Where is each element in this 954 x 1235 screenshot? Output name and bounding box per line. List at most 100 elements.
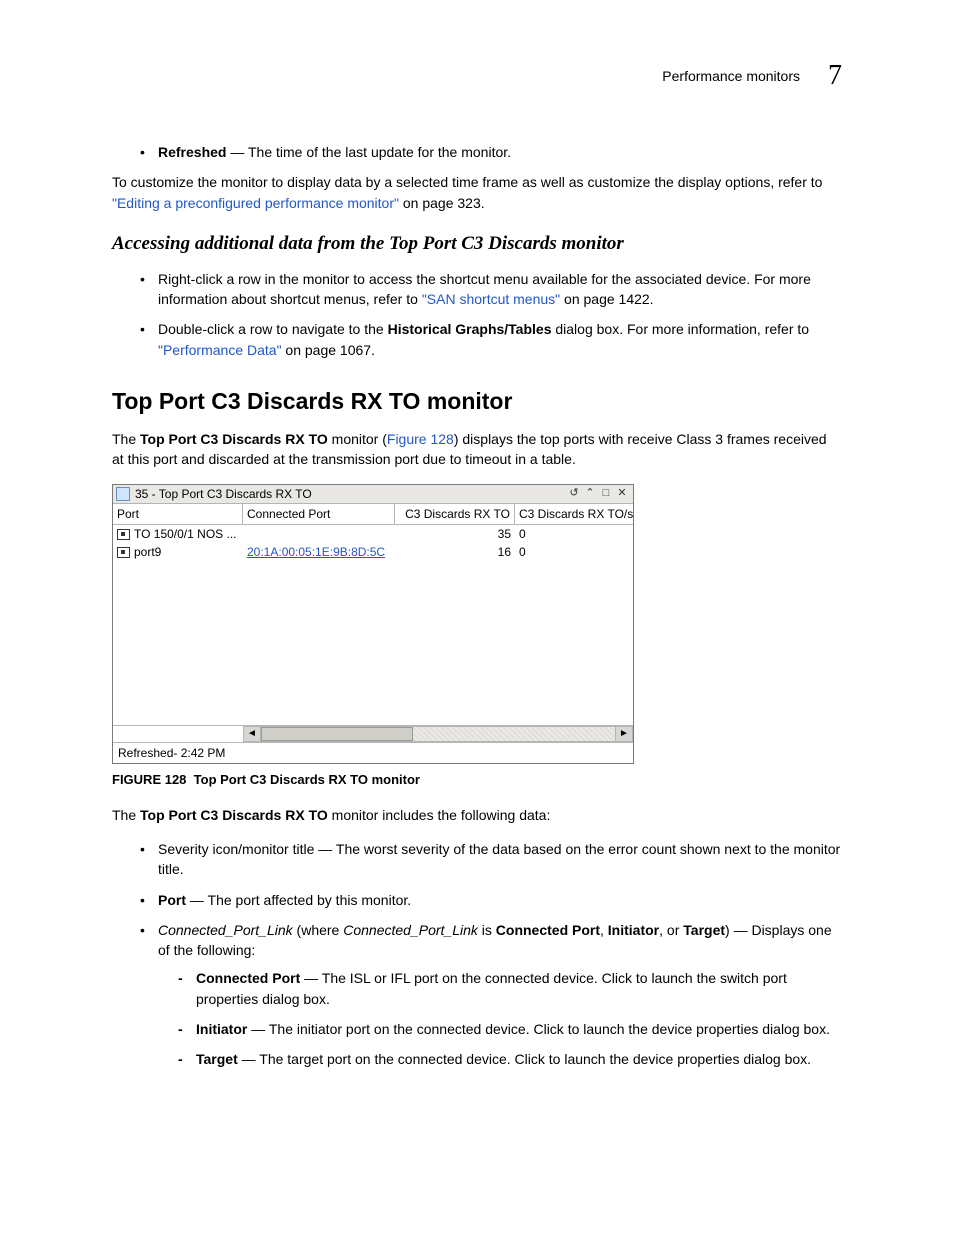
severity-text: Severity icon/monitor title — The worst … [158,841,840,877]
severity-icon [116,487,130,501]
sub-list: Connected Port — The ISL or IFL port on … [178,968,842,1069]
dc-t1: Double-click a row to navigate to the [158,321,388,337]
bullet-refreshed: Refreshed — The time of the last update … [140,142,842,162]
section2-intro: The Top Port C3 Discards RX TO monitor (… [112,429,842,470]
customize-paragraph: To customize the monitor to display data… [112,172,842,213]
col-connected-port[interactable]: Connected Port [243,504,395,524]
monitor-title-left: 35 - Top Port C3 Discards RX TO [116,487,312,501]
header-section: Performance monitors [662,68,800,84]
scroll-left-arrow-icon[interactable]: ◄ [243,726,261,742]
init-desc: — The initiator port on the connected de… [247,1021,830,1037]
cpl-i2: Connected_Port_Link [343,922,478,938]
bullet-doubleclick: Double-click a row to navigate to the Hi… [140,319,842,360]
cell-connected [243,525,395,543]
sub-connected-port: Connected Port — The ISL or IFL port on … [178,968,842,1009]
figure-text: Top Port C3 Discards RX TO monitor [194,772,420,787]
port-desc: — The port affected by this monitor. [186,892,411,908]
inc-bold: Top Port C3 Discards RX TO [140,807,328,823]
cell-c3: 16 [395,543,515,561]
intro-bullet-list: Refreshed — The time of the last update … [140,142,842,162]
editing-preconfigured-link[interactable]: "Editing a preconfigured performance mon… [112,195,399,211]
scroll-spacer [113,726,243,742]
figure-label: FIGURE 128 [112,772,186,787]
rc-t2: on page 1422. [560,291,653,307]
includes-paragraph: The Top Port C3 Discards RX TO monitor i… [112,805,842,825]
monitor-title-text: 35 - Top Port C3 Discards RX TO [135,487,312,501]
scroll-track[interactable] [261,726,615,742]
port-icon [117,529,130,540]
s2-bold: Top Port C3 Discards RX TO [140,431,328,447]
section1-bullet-list: Right-click a row in the monitor to acce… [140,269,842,360]
cell-port: port9 [113,543,243,561]
cpl-b1: Connected Port [496,922,600,938]
cpl-b3: Target [683,922,725,938]
figure-caption: FIGURE 128 Top Port C3 Discards RX TO mo… [112,772,842,787]
top-port-c3-heading: Top Port C3 Discards RX TO monitor [112,388,842,415]
col-c3-discards[interactable]: C3 Discards RX TO [395,504,515,524]
s2-t2: monitor ( [328,431,387,447]
page-header: Performance monitors 7 [112,60,842,92]
cpl-c1: , [600,922,608,938]
port-icon [117,547,130,558]
san-shortcut-link[interactable]: "SAN shortcut menus" [422,291,560,307]
col-port[interactable]: Port [113,504,243,524]
cpl-b2: Initiator [608,922,659,938]
monitor-column-headers: Port Connected Port C3 Discards RX TO C3… [113,504,633,525]
collapse-icon[interactable]: ⌃ [582,487,598,501]
customize-t1: To customize the monitor to display data… [112,174,822,190]
cell-connected: 20:1A:00:05:1E:9B:8D:5C [243,543,395,561]
dc-t3: on page 1067. [282,342,375,358]
cpl-c2: , or [659,922,683,938]
tgt-desc: — The target port on the connected devic… [238,1051,811,1067]
monitor-window: 35 - Top Port C3 Discards RX TO ↺ ⌃ □ ✕ … [112,484,634,764]
li-severity: Severity icon/monitor title — The worst … [140,839,842,880]
performance-data-link[interactable]: "Performance Data" [158,342,282,358]
cpl-t2: is [478,922,496,938]
col-c3-discards-sec[interactable]: C3 Discards RX TO/sec [515,504,633,524]
cp-label: Connected Port [196,970,300,986]
figure-128-link[interactable]: Figure 128 [387,431,454,447]
port-text: TO 150/0/1 NOS ... [134,527,237,541]
cell-port: TO 150/0/1 NOS ... [113,525,243,543]
cell-c3sec: 0 [515,525,633,543]
tgt-label: Target [196,1051,238,1067]
maximize-icon[interactable]: □ [598,487,614,501]
scroll-thumb[interactable] [261,727,413,741]
bullet-rightclick: Right-click a row in the monitor to acce… [140,269,842,310]
port-label: Port [158,892,186,908]
close-icon[interactable]: ✕ [614,487,630,501]
page: Performance monitors 7 Refreshed — The t… [0,0,954,1235]
table-row[interactable]: port9 20:1A:00:05:1E:9B:8D:5C 16 0 [113,543,633,561]
table-row[interactable]: TO 150/0/1 NOS ... 35 0 [113,525,633,543]
connected-port-link[interactable]: 20:1A:00:05:1E:9B:8D:5C [247,545,385,559]
scroll-right-arrow-icon[interactable]: ► [615,726,633,742]
refresh-icon[interactable]: ↺ [566,487,582,501]
sub-initiator: Initiator — The initiator port on the co… [178,1019,842,1039]
port-text: port9 [134,545,161,559]
refreshed-label: Refreshed [158,144,226,160]
monitor-titlebar: 35 - Top Port C3 Discards RX TO ↺ ⌃ □ ✕ [113,485,633,504]
cpl-i1: Connected_Port_Link [158,922,293,938]
s2-t1: The [112,431,140,447]
cpl-t1: (where [293,922,344,938]
refreshed-desc: — The time of the last update for the mo… [226,144,511,160]
data-list: Severity icon/monitor title — The worst … [140,839,842,1070]
monitor-status-bar: Refreshed- 2:42 PM [113,742,633,763]
customize-t2: on page 323. [399,195,485,211]
monitor-body: TO 150/0/1 NOS ... 35 0 port9 20:1A:00:0… [113,525,633,725]
sub-target: Target — The target port on the connecte… [178,1049,842,1069]
figure-128: 35 - Top Port C3 Discards RX TO ↺ ⌃ □ ✕ … [112,484,842,764]
cell-c3: 35 [395,525,515,543]
inc-t2: monitor includes the following data: [328,807,551,823]
li-connected-port-link: Connected_Port_Link (where Connected_Por… [140,920,842,1070]
historical-graphs-label: Historical Graphs/Tables [388,321,552,337]
monitor-title-toolbar: ↺ ⌃ □ ✕ [566,487,630,501]
cell-c3sec: 0 [515,543,633,561]
header-chapter-number: 7 [828,60,842,92]
init-label: Initiator [196,1021,247,1037]
li-port: Port — The port affected by this monitor… [140,890,842,910]
monitor-scrollbar[interactable]: ◄ ► [113,725,633,742]
accessing-additional-heading: Accessing additional data from the Top P… [112,233,842,255]
inc-t1: The [112,807,140,823]
dc-t2: dialog box. For more information, refer … [551,321,809,337]
